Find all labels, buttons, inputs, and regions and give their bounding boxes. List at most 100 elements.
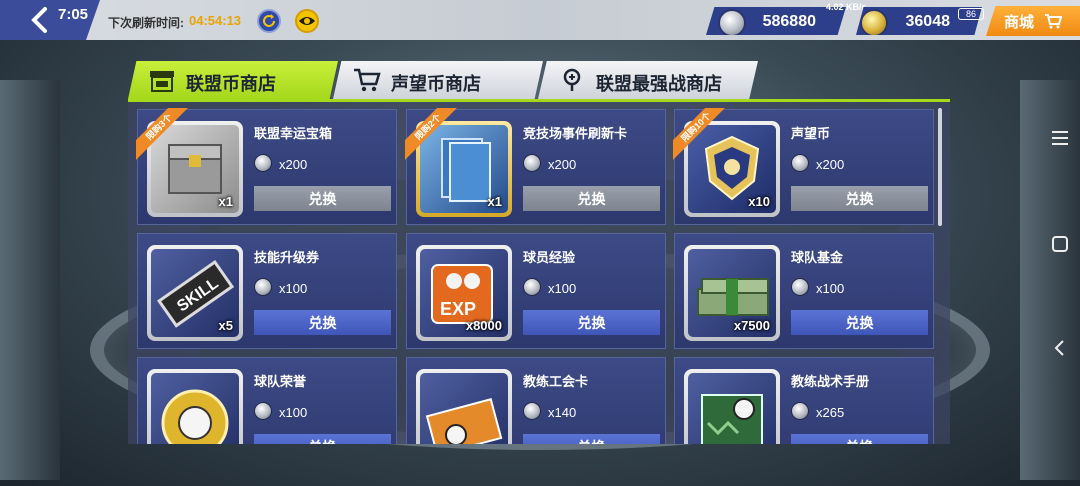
refresh-label: 下次刷新时间: xyxy=(108,16,184,30)
home-square-icon[interactable] xyxy=(1050,234,1070,254)
alliance-coin-icon xyxy=(718,9,746,35)
alliance-coin-balance: 586880 xyxy=(706,7,846,35)
redeem-button[interactable]: 兑换 xyxy=(523,186,660,211)
tab-alliance-coin-shop[interactable]: 联盟币商店 xyxy=(128,61,338,99)
ribbon-text: 限购2个 xyxy=(405,108,459,162)
shop-item-card: 球队荣誉 x100 兑换 xyxy=(137,357,397,444)
alliance-coin-icon xyxy=(254,154,272,172)
item-name: 教练战术手册 xyxy=(791,374,870,389)
cart-icon xyxy=(1045,14,1062,29)
item-thumbnail[interactable]: EXP x8000 xyxy=(416,245,512,341)
item-thumbnail[interactable] xyxy=(147,369,243,444)
item-quantity: x1 xyxy=(218,194,233,209)
shop-item-card: x1 限购2个 竞技场事件刷新卡 x200 兑换 xyxy=(405,108,666,225)
item-name: 竞技场事件刷新卡 xyxy=(523,126,628,141)
item-price: x100 xyxy=(816,281,845,296)
network-speed: 4.02 KB/s xyxy=(826,2,867,12)
nav-back-icon[interactable] xyxy=(1050,338,1070,358)
item-name: 球队基金 xyxy=(791,250,844,265)
svg-text:EXP: EXP xyxy=(440,299,476,319)
alliance-coin-icon xyxy=(791,154,809,172)
redeem-button[interactable]: 兑换 xyxy=(523,310,660,335)
menu-icon[interactable] xyxy=(1050,128,1070,148)
shop-item-card: x1 限购3个 联盟幸运宝箱 x200 兑换 xyxy=(136,108,397,225)
redeem-button[interactable]: 兑换 xyxy=(791,310,928,335)
refresh-icon xyxy=(263,14,275,27)
tab-label: 联盟币商店 xyxy=(186,74,276,94)
alliance-coin-icon xyxy=(523,154,541,172)
redeem-button[interactable]: 兑换 xyxy=(254,434,391,444)
back-arrow-icon[interactable] xyxy=(28,6,52,34)
shop-label: 商城 xyxy=(1003,13,1034,31)
item-price: x100 xyxy=(279,405,308,420)
item-price: x200 xyxy=(816,157,845,172)
ribbon-text: 限购10个 xyxy=(673,108,727,162)
item-quantity: x10 xyxy=(748,194,770,209)
shop-item-card: 教练工会卡 x140 兑换 xyxy=(406,357,666,444)
shop-panel: x1 限购3个 联盟幸运宝箱 x200 兑换 x1 限购2个 竞技场事件刷新卡 … xyxy=(128,99,950,444)
status-clock: 7:05 xyxy=(58,6,89,23)
item-thumbnail[interactable] xyxy=(684,369,780,444)
shop-item-card: x10 限购10个 声望币 x200 兑换 xyxy=(673,108,934,225)
redeem-button[interactable]: 兑换 xyxy=(523,434,660,444)
shop-item-card: 教练战术手册 x265 兑换 xyxy=(674,357,934,444)
item-thumbnail[interactable] xyxy=(416,369,512,444)
prestige-coin-value: 36048 xyxy=(905,13,951,30)
item-name: 球队荣誉 xyxy=(254,374,307,389)
shop-item-card: EXP x8000 球员经验 x100 兑换 xyxy=(406,233,666,349)
item-name: 声望币 xyxy=(791,126,831,141)
alliance-coin-icon xyxy=(254,278,272,296)
item-price: x100 xyxy=(548,281,577,296)
guild-shop-icon xyxy=(150,71,174,92)
tab-label: 声望币商店 xyxy=(391,74,481,94)
alliance-coin-icon xyxy=(523,278,541,296)
prestige-coin-icon xyxy=(860,9,888,35)
back-button[interactable]: 7:05 xyxy=(0,0,100,40)
item-quantity: x5 xyxy=(218,318,233,333)
item-price: x265 xyxy=(816,405,845,420)
stadium-pillar-left xyxy=(0,80,60,480)
redeem-button[interactable]: 兑换 xyxy=(791,434,928,444)
tab-alliance-battle-shop[interactable]: 联盟最强战商店 xyxy=(538,61,758,99)
tactics-manual-icon xyxy=(701,394,763,444)
purchase-limit-ribbon: 限购2个 xyxy=(405,108,459,162)
item-name: 球员经验 xyxy=(523,250,576,265)
item-name: 技能升级券 xyxy=(254,250,320,265)
item-thumbnail[interactable]: x7500 xyxy=(684,245,780,341)
ribbon-text: 限购3个 xyxy=(136,108,190,162)
item-thumbnail[interactable]: SKILL x5 xyxy=(147,245,243,341)
alliance-coin-value: 586880 xyxy=(762,13,816,30)
item-price: x100 xyxy=(279,281,308,296)
coaching-licence-icon xyxy=(425,398,503,444)
item-quantity: x1 xyxy=(487,194,502,209)
alliance-coin-icon xyxy=(791,402,809,420)
panel-scrollbar[interactable] xyxy=(938,108,942,226)
view-button[interactable] xyxy=(295,9,319,33)
refresh-countdown: 04:54:13 xyxy=(189,13,242,28)
tab-label: 联盟最强战商店 xyxy=(596,74,722,94)
item-name: 教练工会卡 xyxy=(523,374,589,389)
cart-icon xyxy=(354,68,381,92)
item-price: x200 xyxy=(548,157,577,172)
top-bar: 7:05 下次刷新时间: 04:54:13 586880 4.02 KB/s 3… xyxy=(0,0,1080,40)
eye-icon xyxy=(299,17,315,25)
redeem-button[interactable]: 兑换 xyxy=(791,186,928,211)
location-pin-icon xyxy=(563,68,581,91)
item-price: x200 xyxy=(279,157,308,172)
purchase-limit-ribbon: 限购3个 xyxy=(136,108,190,162)
redeem-button[interactable]: 兑换 xyxy=(254,310,391,335)
item-name: 联盟幸运宝箱 xyxy=(254,126,333,141)
redeem-button[interactable]: 兑换 xyxy=(254,186,391,211)
item-quantity: x7500 xyxy=(733,318,770,333)
refresh-button[interactable] xyxy=(257,9,281,33)
item-quantity: x8000 xyxy=(465,318,502,333)
shop-item-card: SKILL x5 技能升级券 x100 兑换 xyxy=(137,233,397,349)
tab-prestige-coin-shop[interactable]: 声望币商店 xyxy=(333,61,543,99)
battery-indicator: 86 xyxy=(958,8,984,20)
shop-button[interactable]: 商城 xyxy=(986,6,1080,36)
alliance-coin-icon xyxy=(254,402,272,420)
alliance-coin-icon xyxy=(791,278,809,296)
purchase-limit-ribbon: 限购10个 xyxy=(673,108,727,162)
team-honor-icon xyxy=(161,389,229,444)
item-price: x140 xyxy=(548,405,577,420)
